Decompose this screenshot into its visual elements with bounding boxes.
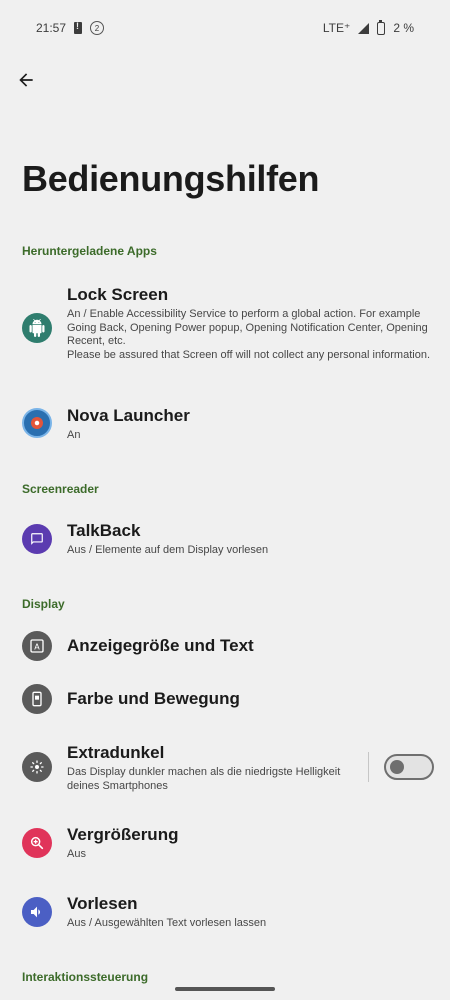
item-subtitle: An / Enable Accessibility Service to per… (67, 308, 428, 347)
talkback-text: TalkBack Aus / Elemente auf dem Display … (67, 520, 432, 558)
item-title: Vorlesen (67, 894, 138, 913)
item-title: TalkBack (67, 521, 141, 540)
magnification-text: Vergrößerung Aus (67, 824, 432, 862)
item-title: Anzeigegröße und Text (67, 636, 254, 655)
list-item-extra-dim[interactable]: Extradunkel Das Display dunkler machen a… (0, 742, 450, 794)
item-subtitle: Aus / Elemente auf dem Display vorlesen (67, 544, 269, 556)
list-item-nova-launcher[interactable]: Nova Launcher An (0, 405, 450, 445)
color-motion-icon (22, 684, 52, 714)
list-item-magnification[interactable]: Vergrößerung Aus (0, 824, 450, 864)
list-item-color-motion[interactable]: Farbe und Bewegung (0, 683, 450, 715)
extra-dim-text: Extradunkel Das Display dunkler machen a… (67, 742, 350, 793)
page-title: Bedienungshilfen (22, 158, 320, 199)
gesture-nav-handle[interactable] (175, 987, 275, 991)
toggle-divider (368, 752, 369, 782)
notification-count-badge: 2 (90, 21, 105, 35)
color-motion-text: Farbe und Bewegung (67, 688, 432, 710)
list-item-display-size[interactable]: A Anzeigegröße und Text (0, 630, 450, 662)
display-size-icon: A (22, 631, 52, 661)
item-subtitle-note: Please be assured that Screen off will n… (67, 348, 430, 361)
select-to-speak-icon (22, 897, 52, 927)
toggle-knob (390, 760, 404, 774)
list-item-select-to-speak[interactable]: Vorlesen Aus / Ausgewählten Text vorlese… (0, 893, 450, 933)
status-bar: 21:57 2 LTE⁺ 2 % (0, 0, 450, 56)
battery-icon (377, 19, 386, 35)
list-item-lock-screen[interactable]: Lock Screen An / Enable Accessibility Se… (0, 284, 450, 384)
item-title: Lock Screen (67, 285, 169, 304)
item-subtitle: Aus / Ausgewählten Text vorlesen lassen (67, 917, 267, 929)
item-title: Nova Launcher (67, 406, 190, 425)
nova-launcher-text: Nova Launcher An (67, 405, 432, 443)
item-title: Vergrößerung (67, 825, 179, 844)
section-header-display: Display (22, 597, 65, 611)
item-subtitle: Aus (67, 848, 86, 860)
brightness-low-icon (22, 752, 52, 782)
arrow-back-icon (19, 73, 33, 87)
back-button[interactable] (10, 64, 42, 96)
display-size-text: Anzeigegröße und Text (67, 635, 432, 657)
item-title: Farbe und Bewegung (67, 689, 240, 708)
select-to-speak-text: Vorlesen Aus / Ausgewählten Text vorlese… (67, 893, 432, 931)
section-header-interaction: Interaktionssteuerung (22, 970, 149, 984)
talkback-icon (22, 524, 52, 554)
status-left: 21:57 2 (36, 21, 105, 35)
section-header-screenreader: Screenreader (22, 482, 99, 496)
section-header-downloaded: Heruntergeladene Apps (22, 244, 157, 258)
android-icon (22, 313, 52, 343)
svg-text:A: A (34, 642, 40, 651)
item-title: Extradunkel (67, 743, 165, 762)
status-time: 21:57 (36, 21, 67, 35)
extra-dim-toggle[interactable] (384, 754, 434, 780)
alert-icon (74, 21, 83, 34)
nova-launcher-icon (22, 408, 52, 438)
item-subtitle: Das Display dunkler machen als die niedr… (67, 766, 341, 792)
item-subtitle: An (67, 429, 81, 441)
signal-icon (358, 22, 370, 34)
network-type: LTE⁺ (322, 21, 351, 35)
status-right: LTE⁺ 2 % (322, 19, 414, 35)
battery-level: 2 % (393, 21, 414, 35)
magnify-icon (22, 828, 52, 858)
lock-screen-text: Lock Screen An / Enable Accessibility Se… (67, 284, 432, 362)
list-item-talkback[interactable]: TalkBack Aus / Elemente auf dem Display … (0, 520, 450, 560)
